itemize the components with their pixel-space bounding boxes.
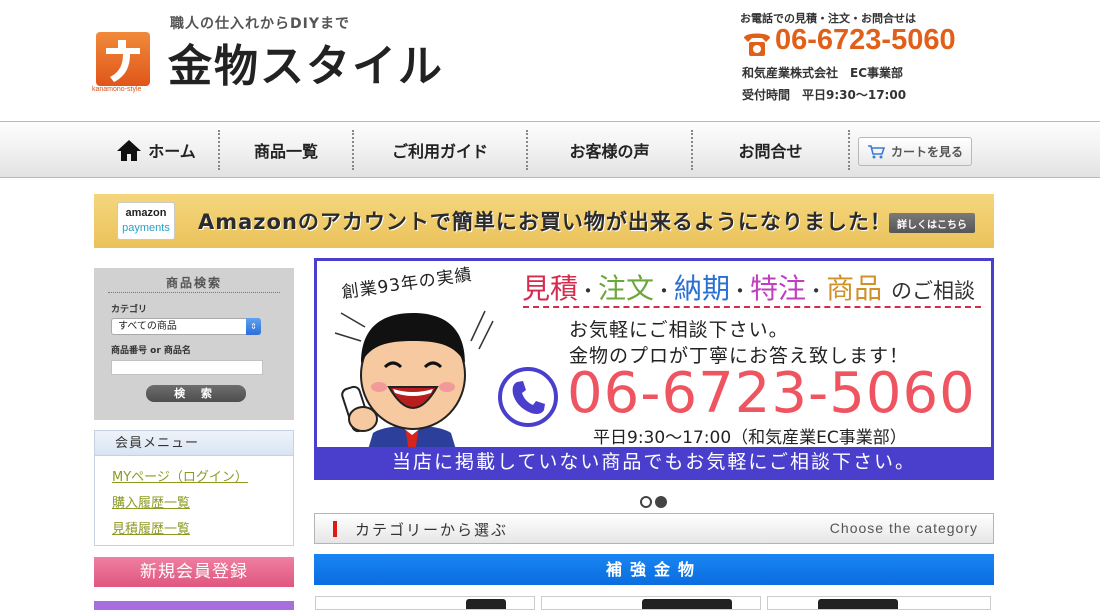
category-section-heading: カテゴリーから選ぶ Choose the category xyxy=(314,513,994,544)
product-thumbnail xyxy=(818,599,898,609)
keyword-label: 商品番号 or 商品名 xyxy=(111,346,191,356)
telephone-icon xyxy=(498,367,558,427)
site-logo-text[interactable]: 金物スタイル xyxy=(168,30,444,94)
heading-accent-bar xyxy=(333,521,337,537)
cart-label: カートを見る xyxy=(890,145,963,159)
salesman-illustration xyxy=(334,310,494,453)
nav-home[interactable]: ホーム xyxy=(94,122,218,178)
category-selected-value: すべての商品 xyxy=(118,321,177,332)
payments-logo-word: payments xyxy=(122,222,170,234)
nav-products[interactable]: 商品一覧 xyxy=(220,122,352,178)
side-banner-partial[interactable] xyxy=(94,601,294,610)
consult-quote: 見積 xyxy=(522,272,579,305)
product-thumbnail xyxy=(466,599,506,609)
amazon-details-button[interactable]: 詳しくはこちら xyxy=(889,213,975,233)
logo-mark-icon[interactable] xyxy=(96,32,150,86)
select-arrows-icon: ⇕ xyxy=(246,318,261,335)
nav-products-label: 商品一覧 xyxy=(253,142,318,161)
amazon-banner-message: Amazonのアカウントで簡単にお買い物が出来るようになりました！ xyxy=(198,210,892,234)
nav-divider xyxy=(848,130,850,170)
slider-pagination xyxy=(640,496,667,508)
search-title: 商品検索 xyxy=(165,276,222,290)
category-label: カテゴリ xyxy=(111,305,148,315)
product-thumbnail xyxy=(642,599,732,609)
amazon-payments-banner[interactable]: amazon payments Amazonのアカウントで簡単にお買い物が出来る… xyxy=(94,194,994,248)
keyword-input[interactable] xyxy=(111,360,263,375)
consultation-hero-banner[interactable]: 創業93年の実績 見積・注文・納期・特注・商品 のご相談 お気軽にご相談下さい。… xyxy=(314,258,994,480)
hero-consult-topics: 見積・注文・納期・特注・商品 のご相談 xyxy=(522,267,975,307)
phone-icon xyxy=(744,33,770,56)
separator-dot: ・ xyxy=(730,279,751,303)
nav-guide[interactable]: ご利用ガイド xyxy=(354,122,526,178)
nav-contact-label: お問合せ xyxy=(738,142,803,161)
amazon-payments-logo: amazon payments xyxy=(117,202,175,240)
amazon-logo-word: amazon xyxy=(125,207,167,219)
hero-bottom-strip: 当店に掲載していない商品でもお気軽にご相談下さい。 xyxy=(317,447,991,477)
view-cart-button[interactable]: カートを見る xyxy=(858,137,972,166)
cart-icon xyxy=(867,145,885,159)
slide-dot-2[interactable] xyxy=(655,496,667,508)
nav-contact[interactable]: お問合せ xyxy=(693,122,848,178)
separator-dot: ・ xyxy=(654,279,675,303)
category-heading-jp: カテゴリーから選ぶ xyxy=(355,521,509,539)
header-phone-number[interactable]: 06-6723-5060 xyxy=(775,24,956,57)
consult-custom: 特注 xyxy=(750,272,807,305)
hero-phone-number: 06-6723-5060 xyxy=(567,361,976,426)
member-menu-title: 会員メニュー xyxy=(95,431,293,456)
logo-subtext: kanamono-style xyxy=(92,86,142,93)
hero-underline xyxy=(523,306,981,308)
product-card[interactable] xyxy=(315,596,535,610)
nav-voices[interactable]: お客様の声 xyxy=(528,122,691,178)
separator-dot: ・ xyxy=(806,279,827,303)
consult-delivery: 納期 xyxy=(674,272,731,305)
quote-history-link[interactable]: 見積履歴一覧 xyxy=(112,518,190,537)
site-header: 職人の仕入れからDIYまで kanamono-style 金物スタイル お電話で… xyxy=(0,0,1100,121)
consult-suffix: のご相談 xyxy=(890,279,975,303)
mypage-login-link[interactable]: MYページ（ログイン） xyxy=(112,466,248,485)
consult-order: 注文 xyxy=(598,272,655,305)
slide-dot-1[interactable] xyxy=(640,496,652,508)
register-button[interactable]: 新規会員登録 xyxy=(94,557,294,587)
hero-message-1: お気軽にご相談下さい。 xyxy=(569,319,789,341)
hero-hours: 平日9:30〜17:00（和気産業EC事業部） xyxy=(593,428,907,448)
nav-voices-label: お客様の声 xyxy=(569,142,650,161)
home-icon xyxy=(117,140,142,161)
global-nav: ホーム 商品一覧 ご利用ガイド お客様の声 お問合せ カートを見る xyxy=(0,121,1100,178)
product-card[interactable] xyxy=(541,596,761,610)
category-reinforcement-hardware[interactable]: 補強金物 xyxy=(314,554,994,585)
purchase-history-link[interactable]: 購入履歴一覧 xyxy=(112,492,190,511)
search-button[interactable]: 検 索 xyxy=(146,385,246,402)
separator-dot: ・ xyxy=(578,279,599,303)
member-menu: 会員メニュー MYページ（ログイン） 購入履歴一覧 見積履歴一覧 xyxy=(94,430,294,546)
nav-home-label: ホーム xyxy=(148,142,196,161)
category-select[interactable]: すべての商品 ⇕ xyxy=(111,318,261,335)
consult-product: 商品 xyxy=(826,272,883,305)
category-heading-en: Choose the category xyxy=(829,520,978,536)
product-card[interactable] xyxy=(767,596,991,610)
product-search-box: 商品検索 カテゴリ すべての商品 ⇕ 商品番号 or 商品名 検 索 xyxy=(94,268,294,420)
company-name: 和気産業株式会社 EC事業部 xyxy=(742,66,904,80)
nav-guide-label: ご利用ガイド xyxy=(391,142,488,161)
business-hours: 受付時間 平日9:30〜17:00 xyxy=(742,88,907,102)
search-divider xyxy=(108,292,280,293)
